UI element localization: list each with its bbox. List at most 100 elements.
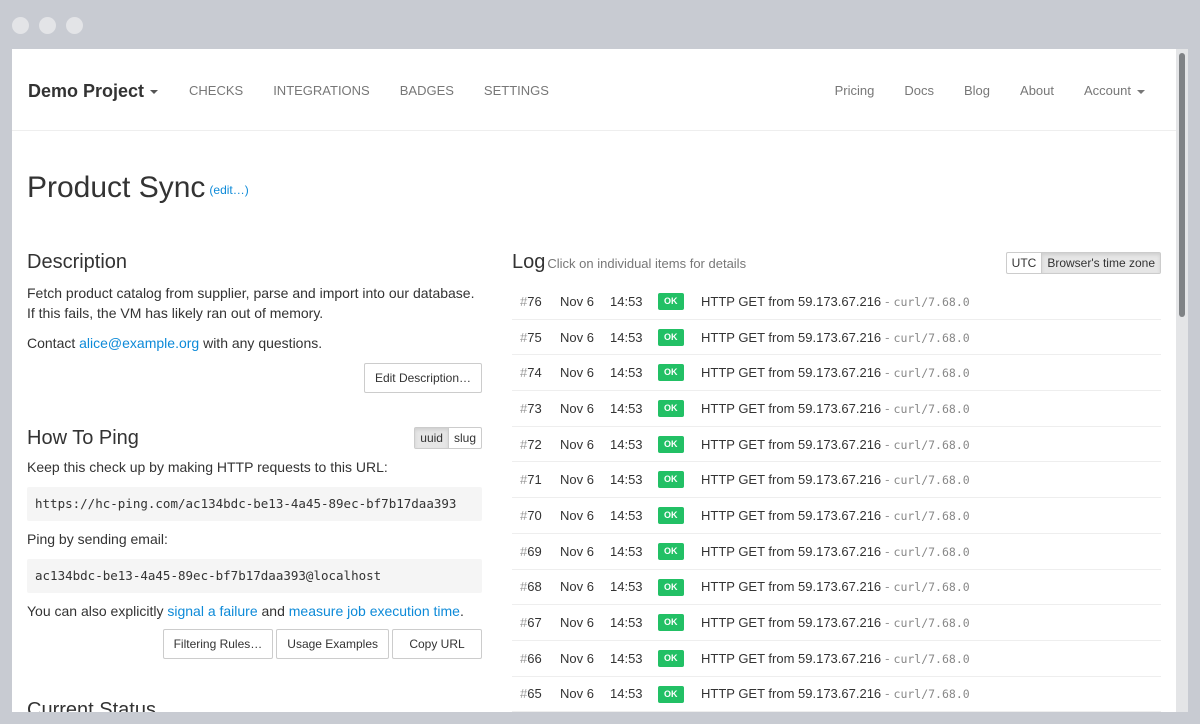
- event-description: HTTP GET from 59.173.67.216- curl/7.68.0: [701, 579, 970, 595]
- user-agent: curl/7.68.0: [893, 544, 970, 559]
- url-intro: Keep this check up by making HTTP reques…: [27, 459, 388, 475]
- copy-url-button[interactable]: Copy URL: [392, 629, 482, 659]
- url-format-toggle: uuid slug: [414, 427, 482, 449]
- log-list: #76 Nov 6 14:53 OK HTTP GET from 59.173.…: [512, 284, 1161, 712]
- log-row[interactable]: #72 Nov 6 14:53 OK HTTP GET from 59.173.…: [512, 427, 1161, 463]
- event-time: 14:53: [610, 472, 643, 488]
- window-controls: [12, 17, 83, 34]
- log-row[interactable]: #67 Nov 6 14:53 OK HTTP GET from 59.173.…: [512, 605, 1161, 641]
- status-badge: OK: [658, 328, 684, 346]
- event-number: #73: [520, 400, 542, 416]
- event-time: 14:53: [610, 436, 643, 452]
- log-row[interactable]: #75 Nov 6 14:53 OK HTTP GET from 59.173.…: [512, 320, 1161, 356]
- log-row[interactable]: #74 Nov 6 14:53 OK HTTP GET from 59.173.…: [512, 355, 1161, 392]
- event-description: HTTP GET from 59.173.67.216- curl/7.68.0: [701, 615, 970, 631]
- event-description: HTTP GET from 59.173.67.216- curl/7.68.0: [701, 650, 970, 666]
- event-number: #74: [520, 365, 542, 381]
- window-maximize-button[interactable]: [66, 17, 83, 34]
- event-time: 14:53: [610, 329, 643, 345]
- nav-account-dropdown[interactable]: Account: [1084, 83, 1145, 98]
- status-badge: OK: [658, 293, 684, 310]
- also-suffix: .: [459, 603, 464, 619]
- event-date: Nov 6: [560, 365, 594, 381]
- description-line-2: If this fails, the VM has likely ran out…: [27, 305, 324, 321]
- nav-blog[interactable]: Blog: [964, 83, 990, 98]
- window-minimize-button[interactable]: [39, 17, 56, 34]
- event-date: Nov 6: [560, 472, 594, 488]
- log-row[interactable]: #65 Nov 6 14:53 OK HTTP GET from 59.173.…: [512, 677, 1161, 712]
- ping-url[interactable]: https://hc-ping.com/ac134bdc-be13-4a45-8…: [27, 487, 482, 521]
- log-row[interactable]: #68 Nov 6 14:53 OK HTTP GET from 59.173.…: [512, 570, 1161, 606]
- tz-browser[interactable]: Browser's time zone: [1041, 253, 1160, 273]
- event-number: #72: [520, 436, 542, 452]
- event-date: Nov 6: [560, 650, 594, 666]
- status-badge: OK: [658, 685, 684, 703]
- secondary-nav: Pricing Docs Blog About Account: [835, 83, 1145, 98]
- user-agent: curl/7.68.0: [893, 330, 970, 345]
- nav-checks[interactable]: CHECKS: [189, 83, 243, 98]
- event-description: HTTP GET from 59.173.67.216- curl/7.68.0: [701, 507, 970, 523]
- event-description: HTTP GET from 59.173.67.216- curl/7.68.0: [701, 543, 970, 559]
- event-number: #66: [520, 650, 542, 666]
- description-section: Description Fetch product catalog from s…: [27, 251, 482, 393]
- current-status-heading: Current Status: [27, 699, 156, 712]
- scrollbar-thumb[interactable]: [1179, 53, 1185, 317]
- event-number: #70: [520, 507, 542, 523]
- filtering-rules-button[interactable]: Filtering Rules…: [162, 629, 274, 659]
- event-date: Nov 6: [560, 507, 594, 523]
- status-badge: OK: [658, 471, 684, 489]
- page-title: Product Sync (edit…): [27, 171, 249, 205]
- window-close-button[interactable]: [12, 17, 29, 34]
- event-date: Nov 6: [560, 686, 594, 702]
- event-description: HTTP GET from 59.173.67.216- curl/7.68.0: [701, 436, 970, 452]
- project-dropdown[interactable]: Demo Project: [28, 81, 159, 102]
- check-name: Product Sync: [27, 171, 206, 204]
- log-row[interactable]: #76 Nov 6 14:53 OK HTTP GET from 59.173.…: [512, 284, 1161, 320]
- nav-pricing[interactable]: Pricing: [835, 83, 875, 98]
- event-description: HTTP GET from 59.173.67.216- curl/7.68.0: [701, 472, 970, 488]
- also-text: You can also explicitly signal a failure…: [27, 601, 482, 621]
- event-time: 14:53: [610, 579, 643, 595]
- scrollbar[interactable]: [1176, 49, 1188, 712]
- event-number: #75: [520, 329, 542, 345]
- event-time: 14:53: [610, 650, 643, 666]
- log-row[interactable]: #69 Nov 6 14:53 OK HTTP GET from 59.173.…: [512, 534, 1161, 570]
- toggle-uuid[interactable]: uuid: [415, 428, 448, 448]
- nav-badges[interactable]: BADGES: [400, 83, 454, 98]
- timezone-toggle: UTC Browser's time zone: [1005, 252, 1161, 274]
- caret-down-icon: [1137, 89, 1145, 94]
- log-row[interactable]: #71 Nov 6 14:53 OK HTTP GET from 59.173.…: [512, 462, 1161, 499]
- status-badge: OK: [658, 400, 684, 418]
- event-date: Nov 6: [560, 293, 594, 309]
- event-time: 14:53: [610, 365, 643, 381]
- event-description: HTTP GET from 59.173.67.216- curl/7.68.0: [701, 400, 970, 416]
- how-to-ping-section: How To Ping uuid slug Keep this check up …: [27, 427, 482, 659]
- email-intro: Ping by sending email:: [27, 531, 168, 547]
- user-agent: curl/7.68.0: [893, 616, 970, 631]
- event-number: #68: [520, 579, 542, 595]
- log-row[interactable]: #70 Nov 6 14:53 OK HTTP GET from 59.173.…: [512, 498, 1161, 534]
- nav-settings[interactable]: SETTINGS: [484, 83, 549, 98]
- usage-examples-button[interactable]: Usage Examples: [276, 629, 389, 659]
- user-agent: curl/7.68.0: [893, 687, 970, 702]
- description-heading: Description: [27, 251, 128, 273]
- nav-about[interactable]: About: [1020, 83, 1054, 98]
- edit-description-button[interactable]: Edit Description…: [363, 363, 482, 393]
- nav-integrations[interactable]: INTEGRATIONS: [273, 83, 370, 98]
- user-agent: curl/7.68.0: [893, 401, 970, 416]
- ping-email[interactable]: ac134bdc-be13-4a45-89ec-bf7b17daa393@loc…: [27, 559, 482, 593]
- log-row[interactable]: #73 Nov 6 14:53 OK HTTP GET from 59.173.…: [512, 391, 1161, 427]
- tz-utc[interactable]: UTC: [1007, 253, 1042, 273]
- log-row[interactable]: #66 Nov 6 14:53 OK HTTP GET from 59.173.…: [512, 641, 1161, 677]
- contact-email-link[interactable]: alice@example.org: [79, 335, 199, 351]
- event-date: Nov 6: [560, 579, 594, 595]
- signal-failure-link[interactable]: signal a failure: [167, 603, 257, 619]
- measure-time-link[interactable]: measure job execution time: [289, 603, 460, 619]
- description-line-1: Fetch product catalog from supplier, par…: [27, 285, 475, 301]
- nav-docs[interactable]: Docs: [904, 83, 934, 98]
- edit-check-link[interactable]: (edit…): [209, 183, 248, 197]
- status-badge: OK: [658, 435, 684, 453]
- event-time: 14:53: [610, 507, 643, 523]
- event-time: 14:53: [610, 615, 643, 631]
- toggle-slug[interactable]: slug: [447, 428, 481, 448]
